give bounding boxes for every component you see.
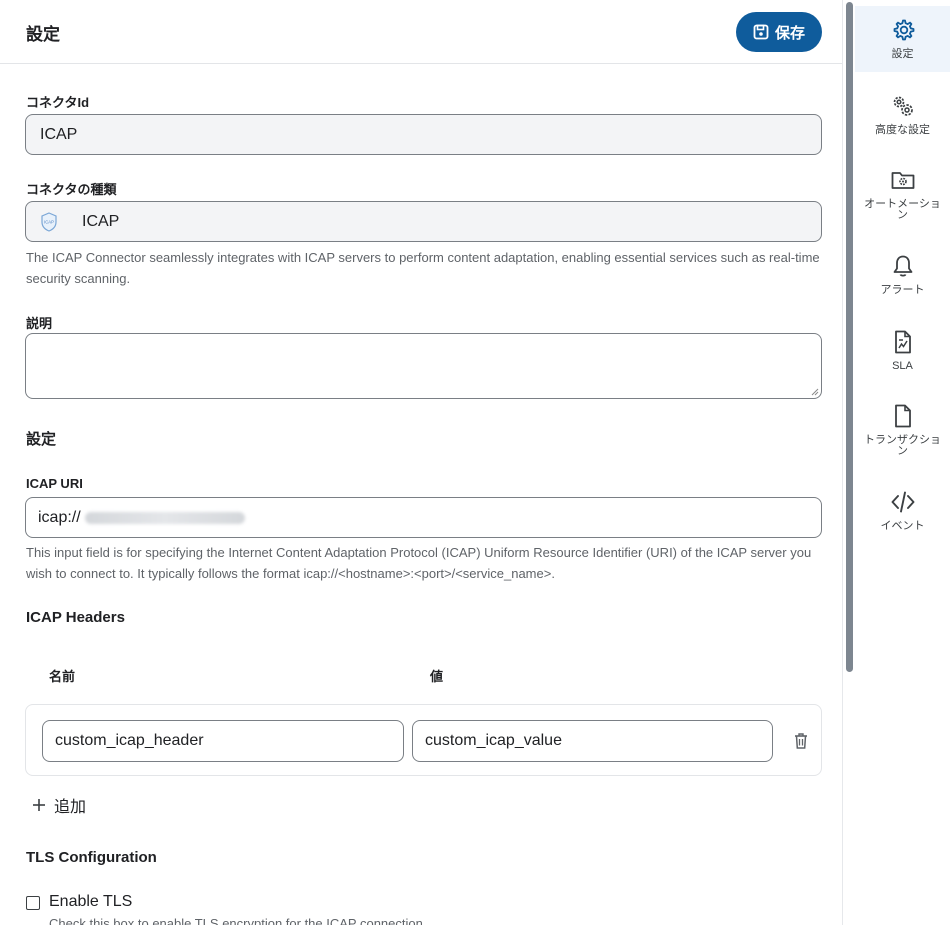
save-icon	[753, 24, 769, 40]
trash-icon[interactable]	[793, 732, 809, 750]
page-title: 設定	[26, 25, 60, 44]
bell-icon	[893, 255, 912, 277]
sidebar-item-label: トランザクション	[864, 434, 941, 457]
icap-shield-icon: ICAP	[41, 211, 57, 232]
settings-panel: 設定 保存 コネクタId ICAP コネクタの種類 ICAP ICAP The …	[0, 0, 843, 925]
icap-uri-value: icap://	[38, 508, 81, 526]
sidebar-item-alerts[interactable]: アラート	[855, 253, 950, 296]
gear-icon	[893, 19, 914, 41]
connector-type-label: コネクタの種類	[26, 182, 117, 197]
plus-icon	[33, 799, 45, 811]
scrollbar-thumb[interactable]	[846, 2, 853, 672]
sidebar-item-label: アラート	[880, 284, 925, 296]
sidebar-item-advanced[interactable]: 高度な設定	[855, 93, 950, 136]
right-sidebar: 設定 高度な設定 オートメーション アラート SLA トランザクション イベント	[855, 0, 950, 925]
connector-id-label: コネクタId	[26, 95, 90, 110]
resize-grip-icon[interactable]	[811, 388, 819, 396]
sidebar-item-automation[interactable]: オートメーション	[855, 167, 950, 221]
redacted-hostname	[84, 511, 245, 524]
header-name-input[interactable]: custom_icap_header	[42, 720, 404, 762]
sidebar-item-label: 高度な設定	[875, 124, 930, 136]
document-chart-icon	[894, 330, 911, 354]
folder-gear-icon	[891, 172, 914, 189]
header-value-input[interactable]: custom_icap_value	[412, 720, 773, 762]
settings-section-title: 設定	[26, 431, 57, 448]
description-label: 説明	[26, 316, 53, 331]
sidebar-item-label: イベント	[880, 520, 925, 532]
header-name-column: 名前	[49, 669, 76, 684]
add-header-label: 追加	[54, 799, 87, 816]
panel-header: 設定 保存	[0, 0, 842, 64]
sidebar-item-sla[interactable]: SLA	[855, 329, 950, 372]
connector-id-field[interactable]: ICAP	[25, 114, 822, 155]
description-textarea[interactable]	[25, 333, 822, 399]
header-value-column: 値	[430, 669, 444, 684]
gears-icon	[893, 96, 913, 116]
connector-type-value: ICAP	[82, 212, 120, 230]
header-value-value: custom_icap_value	[425, 732, 562, 749]
save-button[interactable]: 保存	[736, 12, 822, 52]
icap-header-row: custom_icap_header custom_icap_value	[25, 704, 822, 776]
code-icon	[891, 491, 914, 513]
icap-uri-help: This input field is for specifying the I…	[26, 545, 812, 581]
sidebar-item-events[interactable]: イベント	[855, 489, 950, 532]
save-button-label: 保存	[774, 24, 805, 42]
enable-tls-help: Check this box to enable TLS encryption …	[49, 916, 427, 925]
enable-tls-label[interactable]: Enable TLS	[49, 893, 132, 911]
icap-uri-input[interactable]: icap://	[25, 497, 822, 538]
enable-tls-checkbox[interactable]	[26, 896, 40, 910]
add-header-button[interactable]: 追加	[32, 793, 86, 817]
connector-type-field[interactable]: ICAP ICAP	[25, 201, 822, 242]
sidebar-item-label: SLA	[892, 360, 913, 372]
document-icon	[894, 404, 911, 428]
connector-type-description: The ICAP Connector seamlessly integrates…	[26, 250, 820, 286]
icap-headers-title: ICAP Headers	[26, 609, 125, 626]
header-name-value: custom_icap_header	[55, 732, 204, 749]
sidebar-item-settings[interactable]: 設定	[855, 6, 950, 72]
sidebar-item-label: オートメーション	[864, 198, 941, 221]
sidebar-item-transactions[interactable]: トランザクション	[855, 403, 950, 457]
tls-section-title: TLS Configuration	[26, 849, 157, 866]
icap-uri-label: ICAP URI	[26, 476, 83, 491]
svg-text:ICAP: ICAP	[44, 219, 54, 224]
sidebar-item-label: 設定	[891, 48, 914, 60]
connector-id-value: ICAP	[40, 125, 78, 143]
